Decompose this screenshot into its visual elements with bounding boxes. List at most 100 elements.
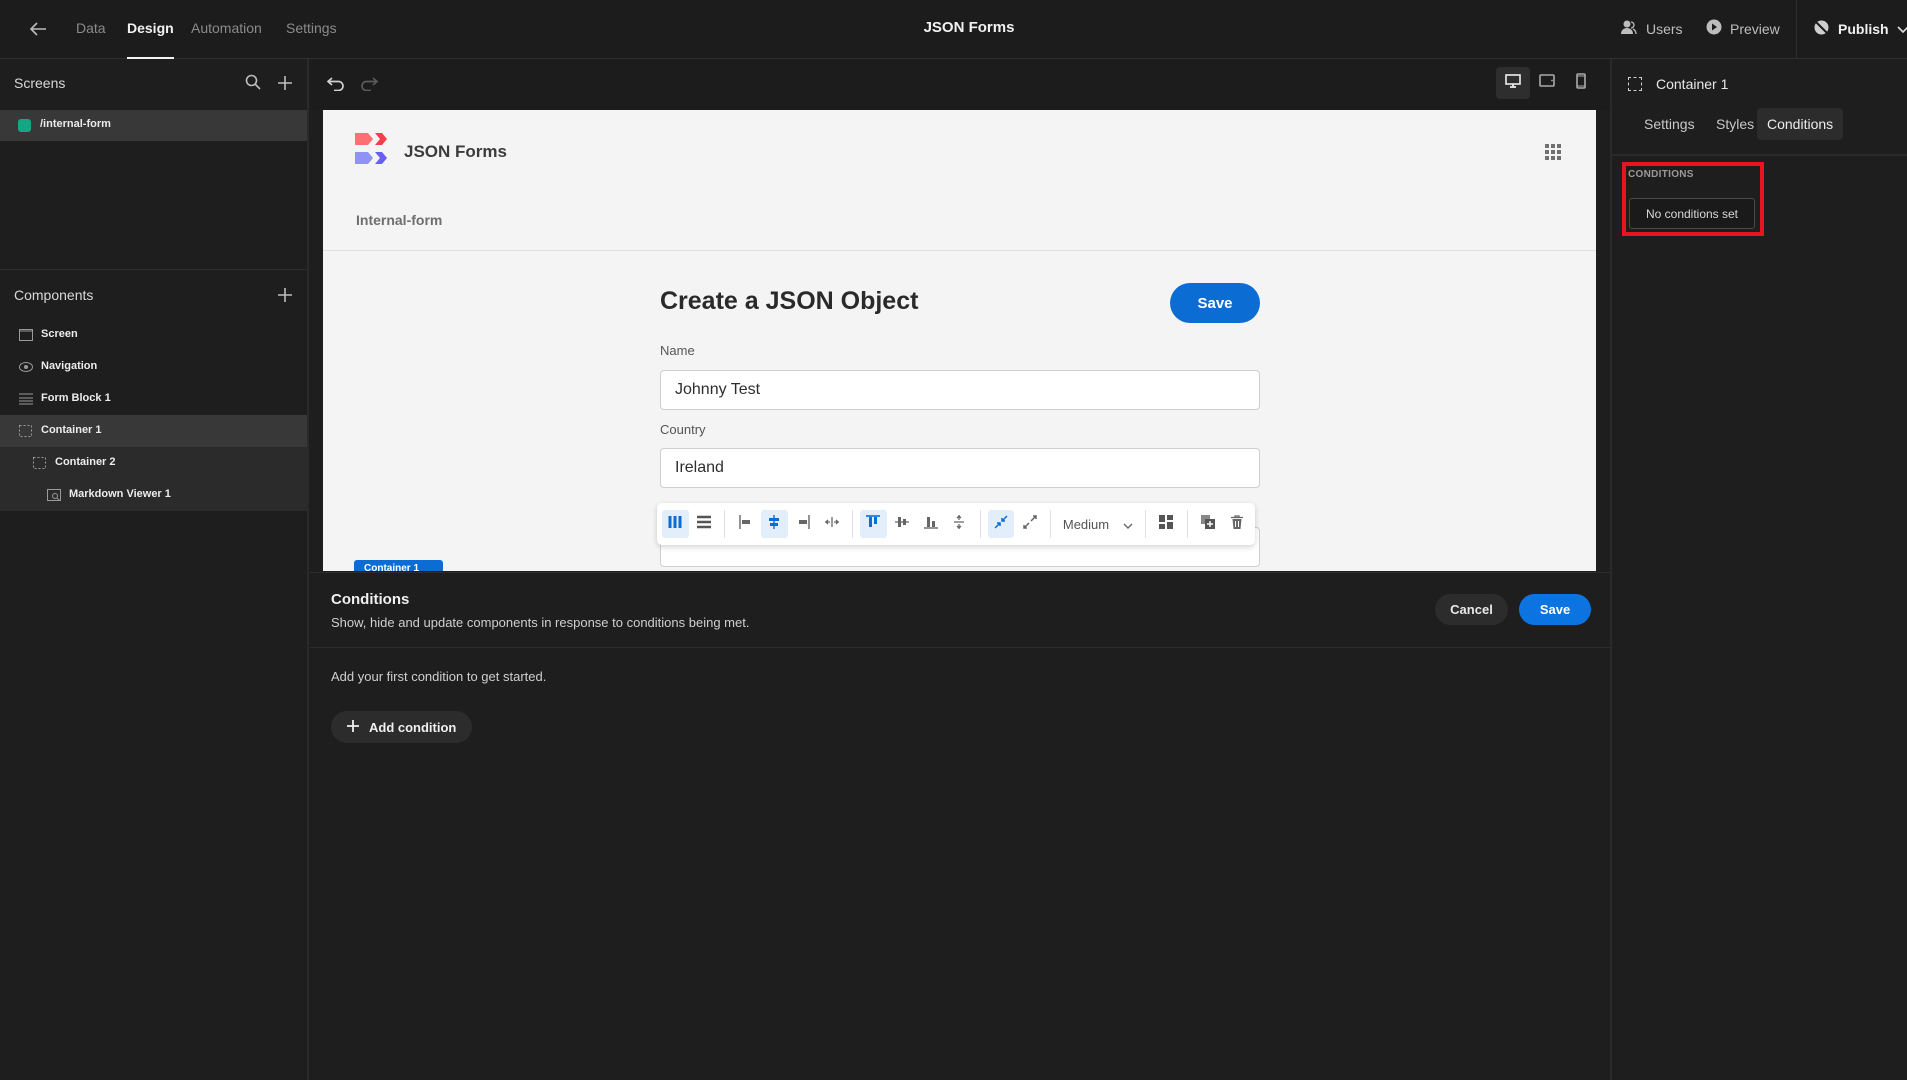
duplicate-icon [1201,514,1216,534]
delete-button[interactable] [1223,510,1250,538]
publish-button[interactable]: Publish [1813,19,1907,39]
mobile-icon [1576,72,1586,94]
tab-settings-panel[interactable]: Settings [1634,108,1705,140]
country-label: Country [660,422,706,437]
brand-name: JSON Forms [404,142,507,161]
columns-icon [668,515,682,534]
align-middle-button[interactable] [889,510,916,538]
drawer-title: Conditions [331,591,410,608]
container-tag[interactable]: Container 1 [354,560,443,571]
component-label: Container 2 [55,456,116,468]
add-screen-icon[interactable] [278,74,292,94]
preview-button[interactable]: Preview [1706,19,1780,38]
nav-link-internal-form[interactable]: Internal-form [356,212,442,228]
users-icon [1620,19,1638,38]
component-item-screen[interactable]: Screen [0,319,307,351]
top-bar: Data Design Automation Settings JSON For… [0,0,1907,59]
topbar-divider [1796,0,1797,58]
container-icon [19,424,33,437]
align-left-button[interactable] [732,510,759,538]
mobile-view-button[interactable] [1564,67,1598,99]
conditions-drawer: Conditions Show, hide and update compone… [310,572,1610,1080]
component-label: Screen [41,328,78,340]
layout-toolbar: Medium [657,503,1255,545]
name-input[interactable]: Johnny Test [660,370,1260,410]
grow-icon [1022,514,1037,534]
form-save-button[interactable]: Save [1170,283,1260,323]
left-panel: Screens /internal-form Components Screen… [0,59,309,1080]
eye-icon [19,360,33,372]
tab-styles[interactable]: Styles [1706,108,1764,140]
columns-layout-button[interactable] [662,510,689,538]
align-right-button[interactable] [790,510,817,538]
align-bottom-icon [923,515,938,534]
empty-state-text: Add your first condition to get started. [331,669,547,684]
component-item-navigation[interactable]: Navigation [0,351,307,383]
container-icon [33,456,47,469]
rows-layout-button[interactable] [691,510,718,538]
align-bottom-button[interactable] [917,510,944,538]
add-condition-button[interactable]: Add condition [331,711,472,743]
align-center-button[interactable] [760,510,788,538]
screen-color-dot [18,119,31,132]
screen-label: /internal-form [40,118,111,130]
align-middle-icon [894,515,909,534]
grow-button[interactable] [1016,510,1043,538]
add-component-icon[interactable] [278,286,292,306]
toolbar-divider [1186,510,1188,538]
desktop-view-button[interactable] [1496,67,1530,99]
nav-divider [323,250,1596,251]
tablet-view-button[interactable] [1530,67,1564,99]
size-value: Medium [1062,516,1110,532]
save-button[interactable]: Save [1519,594,1591,625]
align-top-button[interactable] [859,510,887,538]
tablet-icon [1539,74,1555,92]
stretch-horizontal-icon [824,515,839,534]
desktop-icon [1505,73,1521,93]
search-icon[interactable] [245,74,261,94]
duplicate-button[interactable] [1195,510,1222,538]
canvas-toolbar [310,59,1610,110]
component-item-form-block-1[interactable]: Form Block 1 [0,383,307,415]
form-block-icon [19,392,33,405]
component-label: Container 1 [41,424,102,436]
layout-grid-button[interactable] [1153,510,1180,538]
stretch-vertical-button[interactable] [946,510,973,538]
component-item-markdown-viewer-1[interactable]: Markdown Viewer 1 [0,479,307,511]
rows-icon [697,515,711,534]
users-label: Users [1646,20,1683,37]
align-center-icon [767,514,781,534]
publish-label: Publish [1838,21,1889,37]
highlight-box [1622,162,1764,236]
brand-logo [355,133,391,169]
plus-icon [347,719,359,735]
redo-icon[interactable] [360,75,379,96]
apps-grid-icon[interactable] [1545,144,1561,160]
chevron-down-icon[interactable] [1896,21,1907,37]
component-item-container-2[interactable]: Container 2 [0,447,307,479]
shrink-icon [994,514,1008,534]
layout-grid-icon [1159,514,1174,534]
cancel-button[interactable]: Cancel [1435,594,1508,625]
container-icon [1628,77,1642,91]
size-select[interactable]: Medium [1057,517,1139,532]
align-right-icon [796,514,810,534]
right-panel: Container 1 Settings Styles Conditions C… [1610,59,1907,1080]
form-title: Create a JSON Object [660,287,919,315]
undo-icon[interactable] [326,75,345,96]
component-item-container-1[interactable]: Container 1 [0,415,307,447]
markdown-icon [47,488,61,502]
component-label: Form Block 1 [41,392,111,404]
toolbar-divider [724,510,726,538]
drawer-divider [310,647,1610,648]
screen-item-internal-form[interactable]: /internal-form [0,110,307,141]
tab-conditions[interactable]: Conditions [1757,108,1844,140]
users-button[interactable]: Users [1620,19,1683,38]
country-input[interactable]: Ireland [660,448,1260,488]
app-preview: JSON Forms Internal-form Create a JSON O… [323,110,1596,571]
toolbar-divider [851,510,853,538]
stretch-horizontal-button[interactable] [818,510,845,538]
shrink-button[interactable] [987,510,1015,538]
name-label: Name [660,343,695,358]
add-condition-label: Add condition [369,719,457,735]
